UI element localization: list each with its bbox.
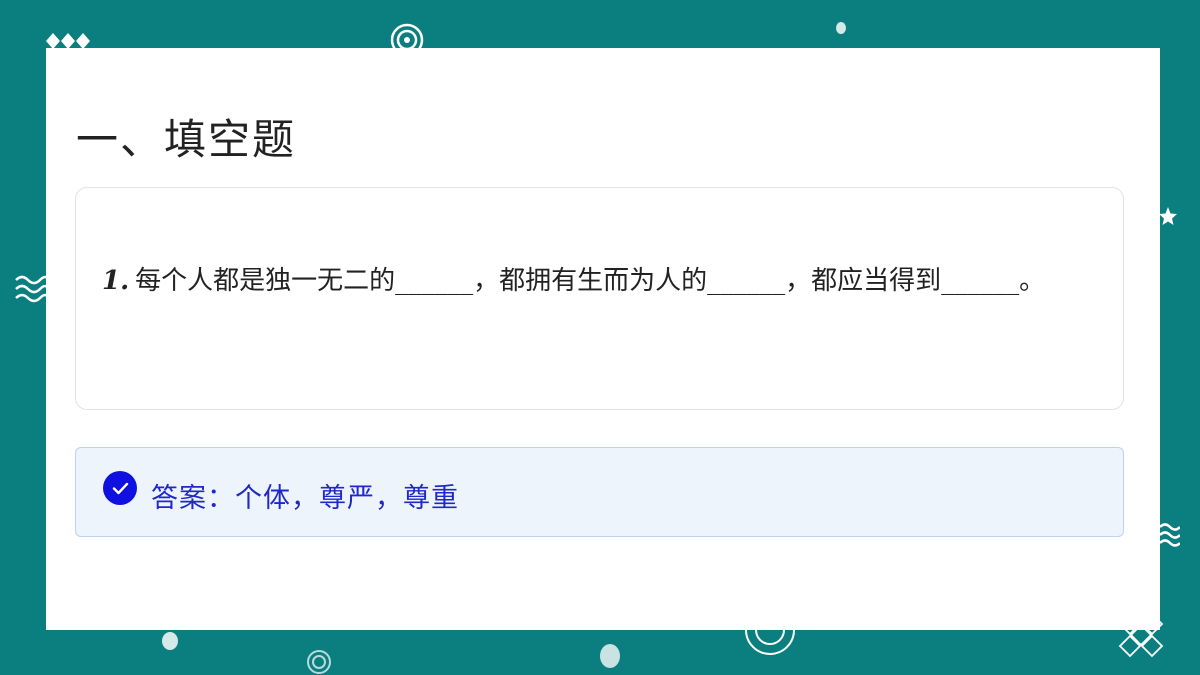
question-text: 每个人都是独一无二的______，都拥有生而为人的______，都应当得到___… — [135, 266, 1046, 296]
dot-decoration — [600, 644, 620, 668]
question-text-block: 1. 每个人都是独一无二的______，都拥有生而为人的______，都应当得到_… — [102, 258, 1102, 304]
check-circle-icon — [103, 471, 137, 505]
dot-decoration — [162, 632, 178, 650]
slide-card: 一、填空题 1. 每个人都是独一无二的______，都拥有生而为人的______，… — [46, 48, 1160, 630]
spiral-decoration — [307, 650, 331, 674]
star-decoration — [1159, 207, 1177, 225]
wave-lines-right-decoration — [1160, 523, 1180, 547]
question-number: 1. — [102, 266, 130, 296]
answer-text: 答案：个体，尊严，尊重 — [151, 483, 459, 514]
question-card: 1. 每个人都是独一无二的______，都拥有生而为人的______，都应当得到_… — [75, 187, 1124, 410]
wave-lines-decoration — [15, 275, 48, 303]
dot-decoration — [836, 22, 846, 34]
diamonds-decoration — [46, 33, 90, 49]
page-title: 一、填空题 — [76, 115, 297, 164]
answer-card: 答案：个体，尊严，尊重 — [75, 447, 1124, 537]
spiral-decoration — [745, 629, 795, 655]
